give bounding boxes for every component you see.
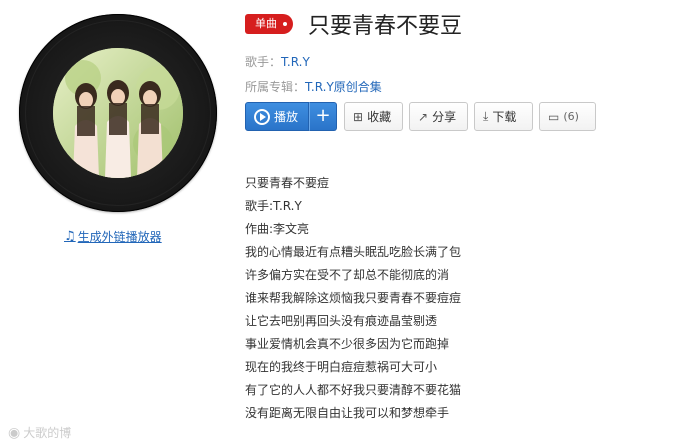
share-button[interactable]: ↗ 分享 [409,102,468,131]
album-cover-image [53,48,183,178]
lyrics-block: 只要青春不要痘 歌手:T.R.Y 作曲:李文亮 我的心情最近有点糟头眠乱吃脸长满… [245,172,461,425]
watermark: ◉ 大歌的博 [8,424,71,441]
collect-button[interactable]: ⊞ 收藏 [344,102,403,131]
share-icon: ↗ [418,109,429,124]
singer-row: 歌手：T.R.Y [245,53,310,70]
lyric-line: 我的心情最近有点糟头眠乱吃脸长满了包 [245,245,462,259]
lyric-line: 作曲:李文亮 [245,222,310,236]
lyric-line: 现在的我终于明白痘痘惹祸可大可小 [245,360,438,374]
lyric-line: 谁来帮我解除这烦恼我只要青春不要痘痘 [245,291,462,305]
play-button-group: 播放 + [245,102,337,131]
external-player-label: 生成外链播放器 [77,230,162,244]
lyric-line: 有了它的人人都不好我只要清醇不要花猫 [245,383,462,397]
comment-button[interactable]: ▭ (6) [539,102,596,131]
lyric-line: 许多偏方实在受不了却总不能彻底的消 [245,268,450,282]
watermark-text: 大歌的博 [23,426,72,440]
comment-count: (6) [563,110,579,123]
singer-label: 歌手： [245,55,282,69]
lyric-line: 事业爱情机会真不少很多因为它而跑掉 [245,337,450,351]
singer-link[interactable]: T.R.Y [281,55,310,69]
play-circle-icon [254,108,270,125]
album-label: 所属专辑： [245,80,306,94]
single-badge: 单曲 [245,14,293,34]
play-label: 播放 [274,110,299,124]
album-cover-art [53,48,183,178]
song-title: 只要青春不要豆 [308,14,463,39]
share-label: 分享 [432,110,457,124]
lyric-line: 让它去吧别再回头没有痕迹晶莹剔透 [245,314,438,328]
album-row: 所属专辑：T.R.Y原创合集 [245,78,382,95]
collect-icon: ⊞ [353,109,364,124]
download-label: 下载 [492,110,517,124]
lyric-line: 歌手:T.R.Y [245,199,302,213]
weibo-icon: ◉ [8,424,21,441]
download-icon: ⤓ [483,109,489,123]
album-link[interactable]: T.R.Y原创合集 [305,80,382,94]
lyric-line: 只要青春不要痘 [245,176,330,190]
download-button[interactable]: ⤓ 下载 [474,102,533,131]
lyric-line: 没有距离无限自由让我可以和梦想牵手 [245,406,450,420]
external-player-link[interactable]: ♫ 生成外链播放器 [64,228,162,245]
music-note-icon: ♫ [64,229,76,244]
album-vinyl [19,14,217,212]
add-to-playlist-button[interactable]: + [309,102,337,131]
comment-icon: ▭ [548,109,560,124]
play-button[interactable]: 播放 [245,102,309,131]
collect-label: 收藏 [367,110,392,124]
